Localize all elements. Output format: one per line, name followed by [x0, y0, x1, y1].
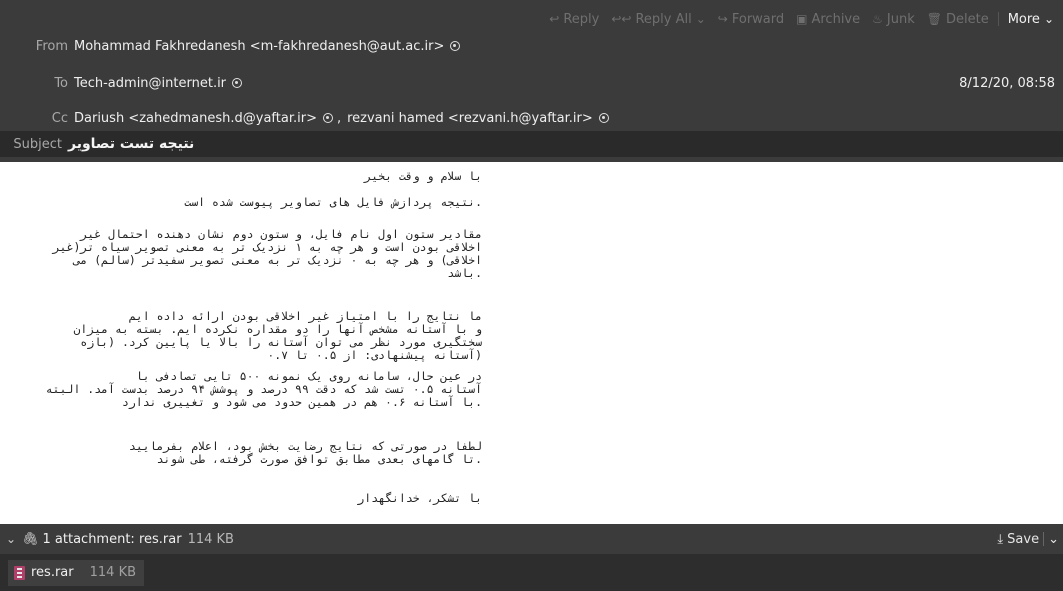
- body-paragraph-1: مقادیر ستون اول نام فایل، و ستون دوم نشا…: [52, 227, 482, 280]
- body-paragraph-3: در عین حال، سامانه روی یک نمونه ۵۰۰ تایی…: [45, 369, 482, 409]
- from-row: From Mohammad Fakhredanesh <m-fakhredane…: [0, 36, 461, 56]
- chevron-down-icon[interactable]: ⌄: [1048, 532, 1059, 547]
- download-icon: ⤓: [997, 531, 1004, 547]
- forward-icon: ↪: [717, 12, 728, 26]
- attachment-summary-size: 114 KB: [187, 531, 234, 547]
- trash-icon: 🗑: [926, 12, 942, 26]
- cc-address-2[interactable]: rezvani hamed <rezvani.h@yaftar.ir>: [347, 111, 609, 126]
- contact-icon[interactable]: [232, 78, 243, 88]
- body-greeting: با سلام و وقت بخیر: [364, 169, 482, 183]
- subject-row: Subject نتیجه تست تصاویر: [0, 131, 1063, 157]
- reply-all-icon: ↩↩: [611, 12, 632, 26]
- delete-button[interactable]: 🗑 Delete: [922, 8, 994, 30]
- reply-icon: ↩: [549, 12, 560, 26]
- forward-button[interactable]: ↪ Forward: [713, 8, 789, 30]
- toolbar-divider: [997, 12, 999, 26]
- save-button[interactable]: ⤓ Save ⌄: [997, 528, 1059, 550]
- body-paragraph-2: ما نتایج را با امتیاز غیر اخلاقی بودن ار…: [73, 309, 483, 362]
- contact-icon[interactable]: [598, 113, 609, 123]
- save-divider: [1043, 532, 1045, 546]
- from-address[interactable]: Mohammad Fakhredanesh <m-fakhredanesh@au…: [74, 39, 461, 54]
- attachment-size: 114 KB: [89, 565, 137, 580]
- message-toolbar: ↩ Reply ↩↩ Reply All ⌄ ↪ Forward ▣ Archi…: [544, 8, 1059, 30]
- paperclip-icon: 🖇: [22, 531, 39, 547]
- to-row: To Tech-admin@internet.ir: [0, 73, 243, 93]
- attachment-list: res.rar 114 KB: [0, 554, 1063, 591]
- message-header: ↩ Reply ↩↩ Reply All ⌄ ↪ Forward ▣ Archi…: [0, 0, 1063, 162]
- message-date: 8/12/20, 08:58: [959, 75, 1055, 91]
- attachment-summary: 1 attachment: res.rar: [42, 531, 182, 547]
- contact-icon[interactable]: [450, 41, 461, 51]
- chevron-down-icon[interactable]: ⌄: [0, 532, 22, 546]
- chevron-down-icon[interactable]: ⌄: [696, 12, 706, 26]
- body-closing: با تشکر، خدانگهدار: [357, 491, 482, 505]
- subject-text: نتیجه تست تصاویر: [68, 136, 195, 152]
- attachment-bar[interactable]: ⌄ 🖇 1 attachment: res.rar 114 KB ⤓ Save …: [0, 524, 1063, 554]
- subject-label: Subject: [13, 136, 62, 152]
- contact-icon[interactable]: [322, 113, 333, 123]
- from-label: From: [35, 38, 68, 54]
- message-body: با سلام و وقت بخیر .نتیجه پردازش فایل ها…: [0, 162, 1063, 524]
- archive-icon: ▣: [796, 12, 808, 26]
- cc-address-1[interactable]: Dariush <zahedmanesh.d@yaftar.ir> ,: [74, 111, 341, 126]
- cc-label: Cc: [51, 110, 68, 126]
- archive-file-icon: [14, 565, 25, 580]
- archive-button[interactable]: ▣ Archive: [791, 8, 865, 30]
- to-label: To: [54, 75, 68, 91]
- reply-all-button[interactable]: ↩↩ Reply All ⌄: [606, 8, 710, 30]
- to-address[interactable]: Tech-admin@internet.ir: [74, 76, 243, 91]
- attachment-name: res.rar: [31, 565, 74, 580]
- junk-icon: ♨: [872, 12, 883, 26]
- cc-row: Cc Dariush <zahedmanesh.d@yaftar.ir> , r…: [0, 108, 609, 128]
- more-button[interactable]: More ⌄: [1003, 8, 1059, 30]
- body-paragraph-4: لطفا در صورتی که نتایج رضایت بخش بود، اع…: [128, 439, 482, 466]
- junk-button[interactable]: ♨ Junk: [867, 8, 920, 30]
- attachment-item[interactable]: res.rar 114 KB: [8, 559, 145, 586]
- chevron-down-icon: ⌄: [1043, 12, 1054, 26]
- reply-button[interactable]: ↩ Reply: [544, 8, 604, 30]
- body-line-1: .نتیجه پردازش فایل های تصاویر پیوست شده …: [184, 195, 482, 209]
